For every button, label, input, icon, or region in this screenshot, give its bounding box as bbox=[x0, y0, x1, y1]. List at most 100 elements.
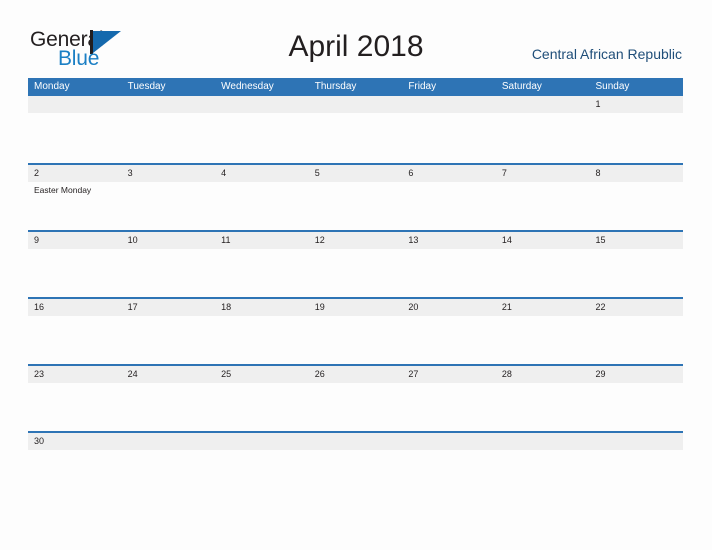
day-events-cell bbox=[402, 113, 496, 161]
day-events-cell bbox=[309, 383, 403, 431]
day-number-22[interactable]: 22 bbox=[589, 299, 683, 316]
day-events-cell bbox=[215, 113, 309, 161]
day-events-cell bbox=[309, 182, 403, 230]
day-events-cell bbox=[589, 182, 683, 230]
weekday-header-thursday: Thursday bbox=[314, 81, 357, 92]
day-number-11[interactable]: 11 bbox=[215, 232, 309, 249]
week-date-number-band: 30 bbox=[28, 433, 683, 450]
day-number-24[interactable]: 24 bbox=[122, 366, 216, 383]
week-date-number-band: 9 10 11 12 13 14 15 bbox=[28, 232, 683, 249]
day-events-cell bbox=[122, 383, 216, 431]
day-number-20[interactable]: 20 bbox=[402, 299, 496, 316]
day-cell-empty bbox=[309, 96, 403, 113]
day-number-7[interactable]: 7 bbox=[496, 165, 590, 182]
day-number-23[interactable]: 23 bbox=[28, 366, 122, 383]
day-events-cell: Easter Monday bbox=[28, 182, 122, 230]
weekday-header-friday: Friday bbox=[408, 81, 437, 92]
week-event-band bbox=[28, 113, 683, 161]
day-events-cell bbox=[402, 450, 496, 498]
day-events-cell bbox=[28, 450, 122, 498]
day-number-4[interactable]: 4 bbox=[215, 165, 309, 182]
day-events-cell bbox=[28, 383, 122, 431]
day-events-cell bbox=[122, 113, 216, 161]
day-cell-empty bbox=[589, 433, 683, 450]
week-event-band bbox=[28, 249, 683, 297]
day-number-3[interactable]: 3 bbox=[122, 165, 216, 182]
day-cell-empty bbox=[215, 96, 309, 113]
day-events-cell bbox=[122, 316, 216, 364]
calendar-week-row: 23 24 25 26 27 28 29 bbox=[28, 364, 683, 431]
weekday-header-wednesday: Wednesday bbox=[221, 81, 274, 92]
day-events-cell bbox=[496, 450, 590, 498]
day-number-17[interactable]: 17 bbox=[122, 299, 216, 316]
calendar-weeks: 1 2 3 4 5 6 7 8 Easter Monday 9 10 11 12 13 14 15 16 17 18… bbox=[28, 96, 683, 498]
day-number-16[interactable]: 16 bbox=[28, 299, 122, 316]
week-date-number-band: 23 24 25 26 27 28 29 bbox=[28, 366, 683, 383]
day-events-cell bbox=[496, 249, 590, 297]
day-number-6[interactable]: 6 bbox=[402, 165, 496, 182]
day-cell-empty bbox=[122, 96, 216, 113]
day-events-cell bbox=[589, 383, 683, 431]
day-events-cell bbox=[215, 249, 309, 297]
page-header: General Blue April 2018 Central African … bbox=[0, 0, 712, 78]
day-number-30[interactable]: 30 bbox=[28, 433, 122, 450]
calendar-week-row: 16 17 18 19 20 21 22 bbox=[28, 297, 683, 364]
day-number-10[interactable]: 10 bbox=[122, 232, 216, 249]
day-cell-empty bbox=[309, 433, 403, 450]
day-events-cell bbox=[402, 249, 496, 297]
day-events-cell bbox=[589, 113, 683, 161]
day-number-1[interactable]: 1 bbox=[589, 96, 683, 113]
day-events-cell bbox=[309, 113, 403, 161]
day-number-18[interactable]: 18 bbox=[215, 299, 309, 316]
day-number-21[interactable]: 21 bbox=[496, 299, 590, 316]
day-events-cell bbox=[122, 182, 216, 230]
day-events-cell bbox=[309, 450, 403, 498]
weekday-header-row: Monday Tuesday Wednesday Thursday Friday Satu… bbox=[28, 78, 683, 96]
week-event-band bbox=[28, 316, 683, 364]
day-number-8[interactable]: 8 bbox=[589, 165, 683, 182]
weekday-header-sunday: Sunday bbox=[595, 81, 630, 92]
week-date-number-band: 1 bbox=[28, 96, 683, 113]
week-event-band: Easter Monday bbox=[28, 182, 683, 230]
day-number-19[interactable]: 19 bbox=[309, 299, 403, 316]
day-events-cell bbox=[28, 316, 122, 364]
calendar-week-row: 2 3 4 5 6 7 8 Easter Monday bbox=[28, 163, 683, 230]
day-events-cell bbox=[28, 113, 122, 161]
day-cell-empty bbox=[28, 96, 122, 113]
day-number-28[interactable]: 28 bbox=[496, 366, 590, 383]
day-events-cell bbox=[122, 450, 216, 498]
day-number-15[interactable]: 15 bbox=[589, 232, 683, 249]
calendar-grid: Monday Tuesday Wednesday Thursday Friday Satu… bbox=[28, 78, 683, 498]
weekday-header-tuesday: Tuesday bbox=[127, 81, 166, 92]
day-number-13[interactable]: 13 bbox=[402, 232, 496, 249]
country-label: Central African Republic bbox=[531, 46, 682, 62]
day-events-cell bbox=[589, 450, 683, 498]
day-cell-empty bbox=[215, 433, 309, 450]
week-date-number-band: 2345678 bbox=[28, 165, 683, 182]
day-number-14[interactable]: 14 bbox=[496, 232, 590, 249]
day-number-12[interactable]: 12 bbox=[309, 232, 403, 249]
day-events-cell bbox=[402, 182, 496, 230]
week-date-number-band: 16 17 18 19 20 21 22 bbox=[28, 299, 683, 316]
week-event-band bbox=[28, 450, 683, 498]
day-number-25[interactable]: 25 bbox=[215, 366, 309, 383]
day-cell-empty bbox=[402, 433, 496, 450]
day-cell-empty bbox=[122, 433, 216, 450]
day-number-29[interactable]: 29 bbox=[589, 366, 683, 383]
day-events-cell bbox=[402, 383, 496, 431]
day-events-cell bbox=[215, 182, 309, 230]
day-events-cell bbox=[309, 316, 403, 364]
day-cell-empty bbox=[496, 433, 590, 450]
day-events-cell bbox=[215, 450, 309, 498]
calendar-week-row: 30 bbox=[28, 431, 683, 498]
day-number-27[interactable]: 27 bbox=[402, 366, 496, 383]
day-number-9[interactable]: 9 bbox=[28, 232, 122, 249]
day-events-cell bbox=[589, 316, 683, 364]
calendar-week-row: 9 10 11 12 13 14 15 bbox=[28, 230, 683, 297]
day-number-26[interactable]: 26 bbox=[309, 366, 403, 383]
day-cell-empty bbox=[402, 96, 496, 113]
day-events-cell bbox=[309, 249, 403, 297]
weekday-header-monday: Monday bbox=[34, 81, 70, 92]
day-number-5[interactable]: 5 bbox=[309, 165, 403, 182]
day-number-2[interactable]: 2 bbox=[28, 165, 122, 182]
